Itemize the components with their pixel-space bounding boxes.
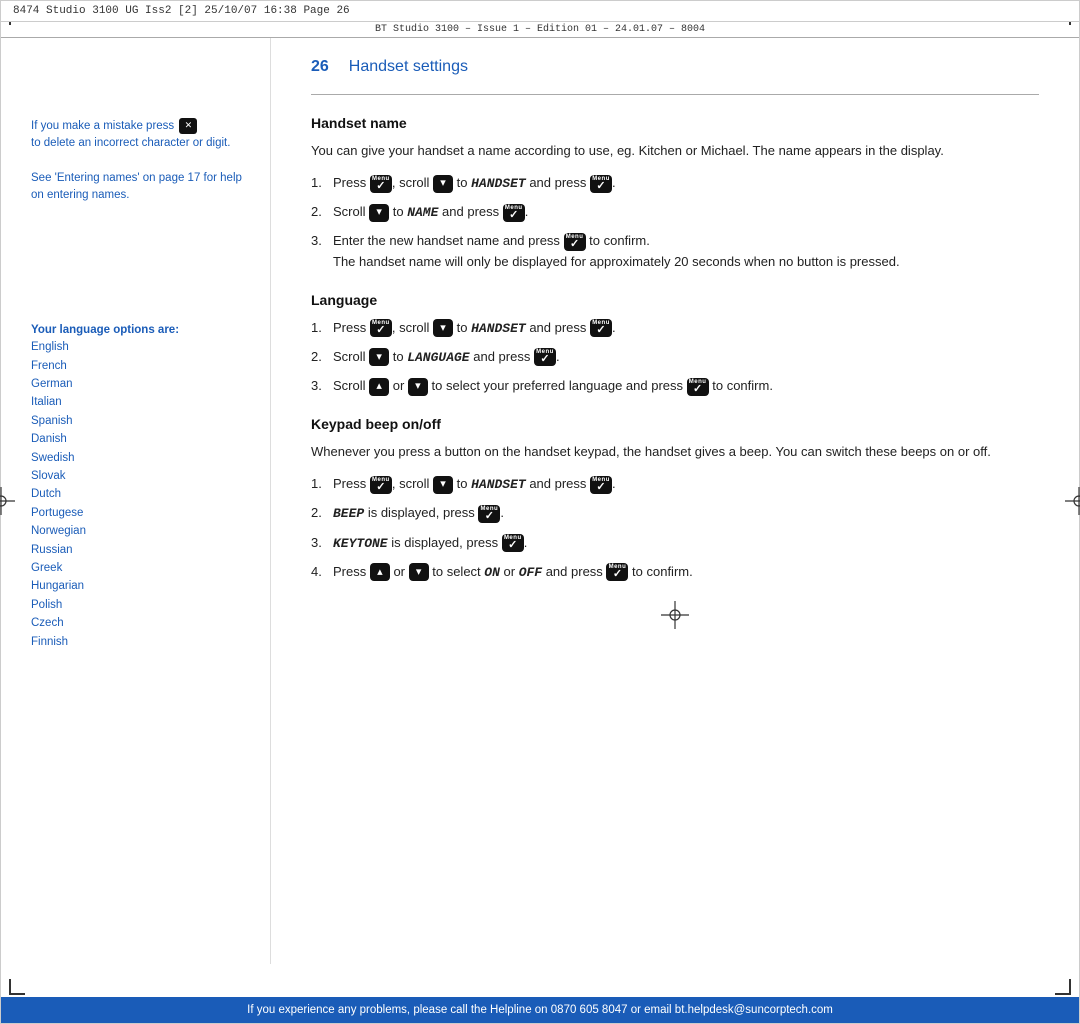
language-list: EnglishFrenchGermanItalianSpanishDanishS…	[31, 338, 250, 651]
menu-btn-2: Menu✓	[590, 175, 612, 193]
language-item: Greek	[31, 559, 250, 577]
menu-btn-1: Menu✓	[370, 175, 392, 193]
menu-btn-11: Menu✓	[478, 505, 500, 523]
menu-btn-5: Menu✓	[370, 319, 392, 337]
sidebar-tip: If you make a mistake press ✕ to delete …	[31, 118, 250, 204]
handset-name-para: You can give your handset a name accordi…	[311, 141, 1039, 161]
language-item: Danish	[31, 430, 250, 448]
header-rule	[311, 94, 1039, 95]
page-footer: If you experience any problems, please c…	[1, 997, 1079, 1023]
step-kb-4: 4. Press ▴ or ▾ to select ON or OFF and …	[311, 562, 1039, 583]
scroll-down-5: ▾	[408, 378, 428, 396]
language-item: Swedish	[31, 449, 250, 467]
top-bar: 8474 Studio 3100 UG Iss2 [2] 25/10/07 16…	[1, 1, 1079, 22]
scroll-down-1: ▾	[433, 175, 453, 193]
language-item: Russian	[31, 541, 250, 559]
language-item: Slovak	[31, 467, 250, 485]
language-item: French	[31, 357, 250, 375]
language-item: Czech	[31, 614, 250, 632]
language-item: Finnish	[31, 633, 250, 651]
crosshair-bottom	[661, 601, 689, 629]
menu-btn-13: Menu✓	[606, 563, 628, 581]
language-item: Italian	[31, 393, 250, 411]
page-header: 26 Handset settings	[311, 58, 1039, 76]
crosshair-right	[1065, 487, 1080, 515]
step-kb-2: 2. BEEP is displayed, press Menu✓.	[311, 503, 1039, 524]
scroll-up-1: ▴	[369, 378, 389, 396]
scroll-down-2: ▾	[369, 204, 389, 222]
scroll-down-7: ▾	[409, 563, 429, 581]
step-lang-1: 1. Press Menu✓, scroll ▾ to HANDSET and …	[311, 318, 1039, 339]
menu-btn-8: Menu✓	[687, 378, 709, 396]
step-hn-3: 3. Enter the new handset name and press …	[311, 231, 1039, 271]
page-wrapper: 8474 Studio 3100 UG Iss2 [2] 25/10/07 16…	[0, 0, 1080, 1024]
step-lang-3: 3. Scroll ▴ or ▾ to select your preferre…	[311, 376, 1039, 396]
corner-mark-bl	[9, 979, 25, 995]
language-item: Portugese	[31, 504, 250, 522]
language-item: Hungarian	[31, 577, 250, 595]
menu-btn-10: Menu✓	[590, 476, 612, 494]
sub-header-bar: BT Studio 3100 – Issue 1 – Edition 01 – …	[1, 22, 1079, 38]
corner-mark-br	[1055, 979, 1071, 995]
scroll-down-4: ▾	[369, 348, 389, 366]
menu-btn-12: Menu✓	[502, 534, 524, 552]
scroll-down-6: ▾	[433, 476, 453, 494]
menu-btn-3: Menu✓	[503, 204, 525, 222]
menu-btn-9: Menu✓	[370, 476, 392, 494]
keypad-beep-steps: 1. Press Menu✓, scroll ▾ to HANDSET and …	[311, 474, 1039, 583]
language-item: Norwegian	[31, 522, 250, 540]
tip-text1: If you make a mistake press	[31, 120, 174, 132]
tip-text2: to delete an incorrect character or digi…	[31, 137, 230, 149]
crosshair-left	[0, 487, 15, 515]
menu-btn-7: Menu✓	[534, 348, 556, 366]
step-lang-2: 2. Scroll ▾ to LANGUAGE and press Menu✓.	[311, 347, 1039, 368]
main-content: 26 Handset settings Handset name You can…	[271, 38, 1079, 964]
language-item: Dutch	[31, 485, 250, 503]
menu-btn-6: Menu✓	[590, 319, 612, 337]
sidebar: If you make a mistake press ✕ to delete …	[1, 38, 271, 964]
language-item: German	[31, 375, 250, 393]
keypad-beep-para: Whenever you press a button on the hands…	[311, 442, 1039, 462]
menu-btn-4: Menu✓	[564, 233, 586, 251]
handset-name-steps: 1. Press Menu✓, scroll ▾ to HANDSET and …	[311, 173, 1039, 272]
bottom-crosshair	[311, 601, 1039, 632]
scroll-up-2: ▴	[370, 563, 390, 581]
step-hn-2: 2. Scroll ▾ to NAME and press Menu✓.	[311, 202, 1039, 223]
language-heading: Language	[311, 292, 1039, 308]
print-info: 8474 Studio 3100 UG Iss2 [2] 25/10/07 16…	[13, 5, 350, 17]
language-steps: 1. Press Menu✓, scroll ▾ to HANDSET and …	[311, 318, 1039, 396]
footer-text: If you experience any problems, please c…	[247, 1004, 833, 1016]
step-hn-1: 1. Press Menu✓, scroll ▾ to HANDSET and …	[311, 173, 1039, 194]
content-area: If you make a mistake press ✕ to delete …	[1, 38, 1079, 964]
sub-info: BT Studio 3100 – Issue 1 – Edition 01 – …	[375, 24, 705, 35]
language-title: Your language options are:	[31, 324, 250, 336]
language-item: English	[31, 338, 250, 356]
tip-link: See 'Entering names' on page 17 for help…	[31, 172, 242, 201]
step-kb-3: 3. KEYTONE is displayed, press Menu✓.	[311, 533, 1039, 554]
language-item: Polish	[31, 596, 250, 614]
step-kb-1: 1. Press Menu✓, scroll ▾ to HANDSET and …	[311, 474, 1039, 495]
handset-name-heading: Handset name	[311, 115, 1039, 131]
delete-icon: ✕	[179, 118, 197, 134]
page-number: 26	[311, 58, 329, 76]
sidebar-languages: Your language options are: EnglishFrench…	[31, 324, 250, 651]
keypad-beep-heading: Keypad beep on/off	[311, 416, 1039, 432]
page-title: Handset settings	[349, 58, 468, 76]
scroll-down-3: ▾	[433, 319, 453, 337]
language-item: Spanish	[31, 412, 250, 430]
